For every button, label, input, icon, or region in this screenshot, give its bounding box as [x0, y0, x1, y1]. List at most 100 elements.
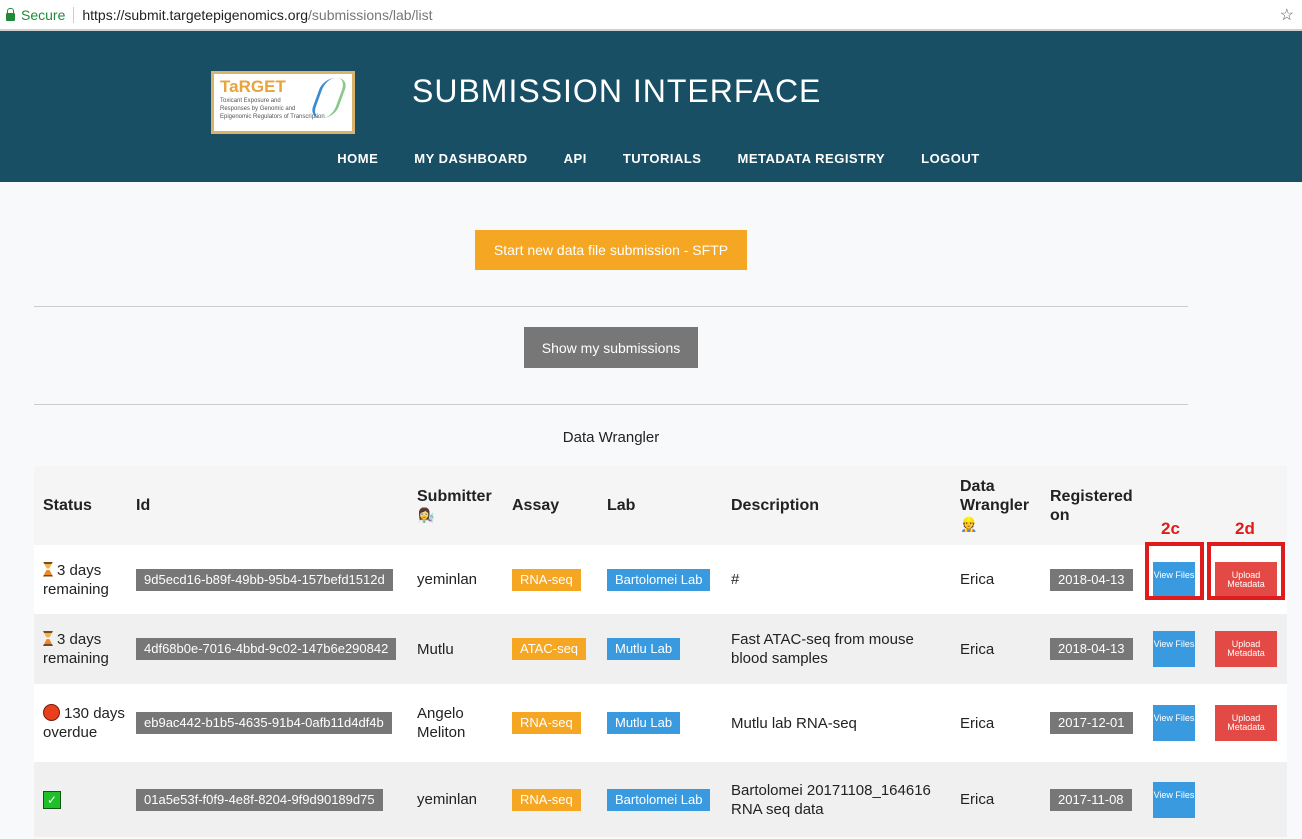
bookmark-star-icon[interactable]: ☆ — [1280, 5, 1294, 25]
status-cell: 130 days overdue — [34, 684, 127, 762]
registered-date: 2017-12-01 — [1050, 712, 1133, 734]
upload-metadata-button[interactable]: Upload Metadata — [1215, 705, 1277, 741]
wrangler: Erica — [960, 640, 995, 658]
view-cell: View Files — [1144, 762, 1206, 837]
registered-cell: 2018-04-13 — [1041, 614, 1144, 684]
id-cell: 01a5e53f-f0f9-4e8f-8204-9f9d90189d75 — [127, 762, 408, 837]
submissions-table: Status Id Submitter 👩‍🔬 Assay Lab Descrip… — [34, 466, 1287, 837]
description: Fast ATAC-seq from mouse blood samples — [731, 631, 914, 667]
registered-cell: 2017-12-01 — [1041, 684, 1144, 762]
status-cell: 3 days remaining — [34, 614, 127, 684]
description: Mutlu lab RNA-seq — [731, 714, 857, 732]
id-cell: eb9ac442-b1b5-4635-91b4-0afb11d4df4b — [127, 684, 408, 762]
submission-id[interactable]: 9d5ecd16-b89f-49bb-95b4-157befd1512d — [136, 568, 393, 591]
nav-metadata-registry[interactable]: METADATA REGISTRY — [737, 151, 885, 166]
secure-label: Secure — [21, 6, 66, 23]
url-host: https://submit.targetepigenomics.org — [82, 6, 309, 23]
nav-my-dashboard[interactable]: MY DASHBOARD — [414, 151, 527, 166]
lab-badge: Mutlu Lab — [607, 712, 681, 734]
annotation-box — [1207, 542, 1285, 600]
view-files-button[interactable]: View Files — [1153, 781, 1195, 818]
registered-cell: 2018-04-13 — [1041, 545, 1144, 614]
status-cell: 3 days remaining — [34, 545, 127, 614]
site-header: TaRGET Toxicant Exposure and Responses b… — [0, 31, 1302, 182]
registered-cell: 2017-11-08 — [1041, 762, 1144, 837]
lab-cell: Mutlu Lab — [598, 614, 722, 684]
upload-cell: Upload Metadata — [1206, 684, 1287, 762]
status-text: 3 days remaining — [43, 561, 109, 598]
url-path: /submissions/lab/list — [308, 6, 433, 23]
submission-id[interactable]: 01a5e53f-f0f9-4e8f-8204-9f9d90189d75 — [136, 788, 383, 811]
view-cell: View Files — [1144, 614, 1206, 684]
start-submission-button[interactable]: Start new data file submission - SFTP — [475, 230, 747, 270]
wrangler: Erica — [960, 714, 995, 732]
wrangler: Erica — [960, 571, 995, 588]
assay-badge: RNA-seq — [512, 788, 581, 811]
view-files-button[interactable]: View Files — [1153, 705, 1195, 741]
nav-logout[interactable]: LOGOUT — [921, 151, 980, 166]
assay-cell: ATAC-seq — [503, 614, 598, 684]
annotation-box — [1145, 542, 1204, 600]
lab-cell: Bartolomei Lab — [598, 762, 722, 837]
page-title: SUBMISSION INTERFACE — [412, 73, 822, 109]
col-submitter-label: Submitter — [417, 487, 492, 505]
hourglass-icon — [43, 631, 53, 646]
divider — [73, 6, 75, 23]
submitter: Angelo Meliton — [417, 705, 466, 741]
view-files-button[interactable]: View Files — [1153, 631, 1195, 667]
registered-date: 2018-04-13 — [1050, 638, 1133, 660]
wrangler: Erica — [960, 791, 995, 808]
show-submissions-button[interactable]: Show my submissions — [524, 327, 698, 368]
table-row: ✓ 01a5e53f-f0f9-4e8f-8204-9f9d90189d75 y… — [34, 762, 1287, 837]
status-text: 3 days remaining — [43, 631, 109, 667]
col-lab: Lab — [598, 466, 722, 545]
target-logo[interactable]: TaRGET Toxicant Exposure and Responses b… — [211, 71, 355, 134]
col-id: Id — [127, 466, 408, 545]
table-row: 130 days overdue eb9ac442-b1b5-4635-91b4… — [34, 684, 1287, 762]
annotation-label: 2c — [1161, 519, 1180, 538]
id-cell: 4df68b0e-7016-4bbd-9c02-147b6e290842 — [127, 614, 408, 684]
assay-cell: RNA-seq — [503, 762, 598, 837]
upload-metadata-button[interactable]: Upload Metadata — [1215, 631, 1277, 667]
col-description: Description — [722, 466, 951, 545]
section-title: Data Wrangler — [562, 429, 660, 446]
lock-icon — [6, 7, 15, 21]
lab-badge: Bartolomei Lab — [607, 568, 711, 591]
lab-cell: Bartolomei Lab — [598, 545, 722, 614]
red-circle-icon — [43, 704, 60, 721]
table-row: 3 days remaining 4df68b0e-7016-4bbd-9c02… — [34, 614, 1287, 684]
upload-cell: Upload Metadata — [1206, 614, 1287, 684]
col-wrangler-label: Data Wrangler — [960, 478, 1030, 514]
submitter: Mutlu — [417, 640, 454, 658]
assay-badge: RNA-seq — [512, 568, 581, 591]
check-icon: ✓ — [43, 791, 61, 809]
submitter: yeminlan — [417, 571, 478, 588]
submission-id[interactable]: eb9ac442-b1b5-4635-91b4-0afb11d4df4b — [136, 712, 392, 734]
lab-badge: Mutlu Lab — [607, 638, 681, 660]
nav-home[interactable]: HOME — [337, 151, 378, 166]
scientist-icon: 👩‍🔬 — [417, 506, 435, 523]
col-status: Status — [34, 466, 127, 545]
id-cell: 9d5ecd16-b89f-49bb-95b4-157befd1512d — [127, 545, 408, 614]
description: Bartolomei 20171108_164616 RNA seq data — [731, 781, 931, 818]
assay-badge: ATAC-seq — [512, 638, 587, 660]
divider — [34, 404, 1188, 405]
submitter: yeminlan — [417, 791, 478, 808]
col-submitter: Submitter 👩‍🔬 — [408, 466, 503, 545]
lab-cell: Mutlu Lab — [598, 684, 722, 762]
col-assay: Assay — [503, 466, 598, 545]
scientist-icon: 👷 — [960, 516, 978, 532]
lab-badge: Bartolomei Lab — [607, 788, 711, 811]
assay-badge: RNA-seq — [512, 712, 581, 734]
submission-id[interactable]: 4df68b0e-7016-4bbd-9c02-147b6e290842 — [136, 638, 397, 660]
address-bar[interactable]: Secure https://submit.targetepigenomics.… — [0, 0, 1302, 31]
nav-tutorials[interactable]: TUTORIALS — [623, 151, 702, 166]
main-nav: HOME MY DASHBOARD API TUTORIALS METADATA… — [0, 151, 1302, 166]
registered-date: 2017-11-08 — [1050, 788, 1132, 811]
description: # — [731, 571, 740, 588]
upload-cell — [1206, 762, 1287, 837]
assay-cell: RNA-seq — [503, 545, 598, 614]
col-registered: Registered on — [1041, 466, 1144, 545]
view-cell: View Files — [1144, 684, 1206, 762]
nav-api[interactable]: API — [564, 151, 587, 166]
